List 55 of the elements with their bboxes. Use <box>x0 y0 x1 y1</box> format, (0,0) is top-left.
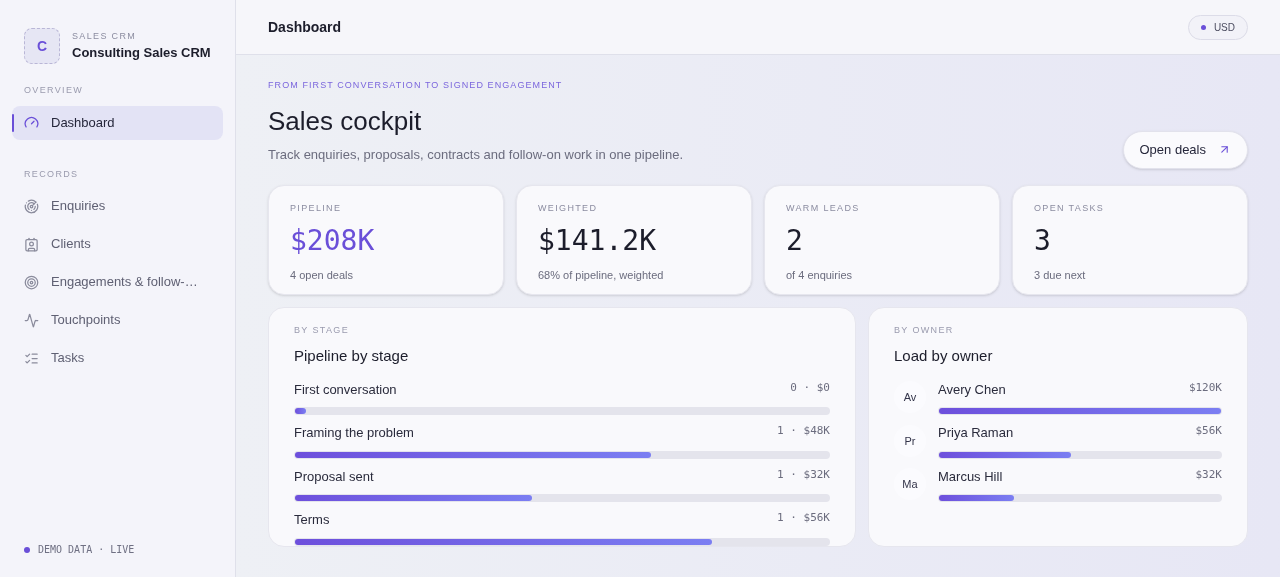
stat-label: WEIGHTED <box>538 201 599 215</box>
section-title: OVERVIEW <box>23 84 85 97</box>
owner-reading: $32K <box>1195 466 1222 483</box>
stat-label: OPEN TASKS <box>1034 201 1106 215</box>
card-title: Load by owner <box>894 346 994 366</box>
stage-reading: 1 · $56K <box>777 510 830 526</box>
stat-value: 2 <box>786 227 804 255</box>
stat-value: 3 <box>1034 227 1052 255</box>
stat-label: WARM LEADS <box>786 201 861 215</box>
contact-card-icon <box>24 236 39 252</box>
pulse-icon <box>24 312 39 328</box>
owner-name: Marcus Hill <box>938 467 1003 486</box>
stat-value: $208K <box>290 227 376 255</box>
hero-eyebrow: FROM FIRST CONVERSATION TO SIGNED ENGAGEMENT <box>268 79 564 92</box>
card-eyebrow: BY OWNER <box>894 323 955 337</box>
card-title: Pipeline by stage <box>294 346 410 366</box>
stage-name: First conversation <box>294 380 397 399</box>
stage-reading: 1 · $48K <box>777 423 830 439</box>
nav-item[interactable]: Tasks <box>12 341 223 375</box>
stat-note: 4 open deals <box>290 268 354 283</box>
hero-subtitle: Track enquiries, proposals, contracts and follow-on work in one pipeline. <box>268 146 683 164</box>
nav-item[interactable]: Enquiries <box>12 189 223 223</box>
nav-item[interactable]: Touchpoints <box>12 303 223 337</box>
app-eyebrow: SALES CRM <box>72 29 138 43</box>
owner-name: Priya Raman <box>938 424 1014 442</box>
status-text: DEMO DATA · LIVE <box>38 543 135 557</box>
stat-note: 68% of pipeline, weighted <box>538 268 665 283</box>
owner-reading: $56K <box>1195 423 1222 439</box>
nav-item[interactable]: Engagements & follow-… <box>12 265 223 299</box>
section-title: RECORDS <box>23 167 80 181</box>
stage-name: Framing the problem <box>294 424 414 442</box>
stat-note: of 4 enquiries <box>786 268 854 283</box>
logo-badge: C <box>24 28 60 64</box>
stage-reading: 0 · $0 <box>790 379 830 396</box>
card-eyebrow: BY STAGE <box>294 323 350 337</box>
app-name: Consulting Sales CRM <box>72 44 211 62</box>
stage-name: Proposal sent <box>294 467 374 486</box>
active-indicator <box>12 113 14 132</box>
owner-name: Avery Chen <box>938 380 1006 399</box>
page-title: Dashboard <box>268 17 342 37</box>
gauge-icon <box>24 115 39 130</box>
stat-value: $141.2K <box>538 227 657 255</box>
open-deals-button[interactable]: Open deals <box>1122 131 1248 169</box>
owner-reading: $120K <box>1188 379 1222 396</box>
target-icon <box>24 274 39 290</box>
stage-reading: 1 · $32K <box>777 466 830 483</box>
stage-name: Terms <box>294 511 330 529</box>
stat-note: 3 due next <box>1034 268 1087 283</box>
nav-item[interactable]: Dashboard <box>12 105 223 140</box>
currency-pill[interactable]: USD <box>1187 14 1248 40</box>
hero-title: Sales cockpit <box>268 104 423 137</box>
stat-label: PIPELINE <box>290 201 343 215</box>
nav-item[interactable]: Clients <box>12 227 223 261</box>
checklist-icon <box>24 350 39 366</box>
radar-icon <box>24 198 39 214</box>
